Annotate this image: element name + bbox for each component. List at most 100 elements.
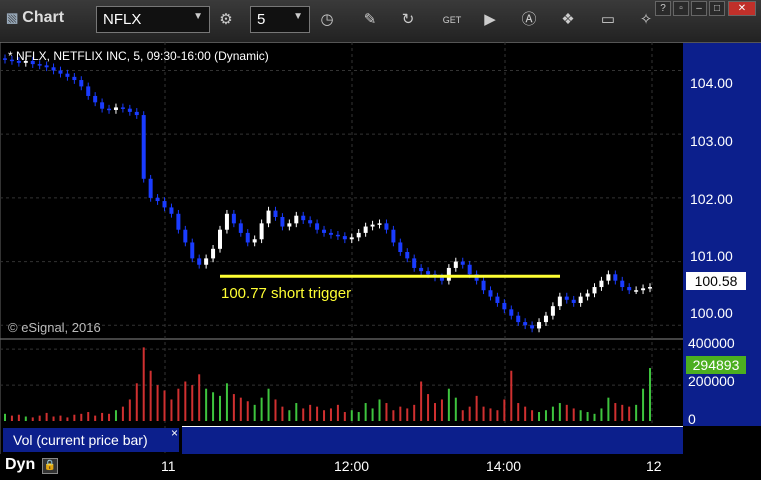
volume-bar: [94, 415, 97, 421]
volume-bar: [205, 388, 208, 421]
volume-bar: [343, 412, 346, 421]
volume-bar: [121, 406, 124, 421]
volume-bar: [440, 399, 443, 421]
volume-bar: [434, 403, 436, 421]
candle-body: [460, 261, 465, 265]
candle-body: [190, 242, 195, 259]
volume-bar: [267, 388, 270, 421]
candle-body: [439, 277, 444, 281]
candle-body: [599, 280, 604, 288]
candle-body: [335, 234, 340, 237]
candle-body: [238, 223, 243, 233]
volume-bar: [413, 404, 416, 421]
volume-bar: [149, 370, 152, 421]
volume-bar: [17, 414, 20, 421]
candle-body: [391, 229, 396, 243]
volume-bar: [225, 383, 228, 421]
candle-body: [183, 229, 188, 243]
candle-body: [578, 296, 583, 303]
volume-bar: [572, 408, 575, 421]
volume-bar: [128, 399, 131, 421]
candle-body: [65, 73, 70, 77]
volume-bar: [232, 394, 235, 421]
candle-body: [627, 287, 632, 291]
volume-bar: [336, 404, 339, 421]
price-tick: 104.00: [690, 75, 733, 91]
volume-bar: [4, 413, 6, 421]
candle-body: [648, 287, 652, 289]
candle-body: [370, 224, 375, 227]
volume-bar: [135, 383, 138, 421]
volume-bar: [184, 381, 187, 421]
candle-body: [641, 288, 646, 291]
candle-body: [93, 95, 98, 103]
candle-body: [280, 216, 285, 227]
candle-body: [308, 220, 313, 224]
volume-bar: [385, 403, 388, 421]
close-icon[interactable]: ×: [171, 426, 178, 440]
candle-body: [550, 306, 555, 316]
volume-bar: [558, 403, 561, 421]
volume-bar: [392, 410, 395, 421]
volume-bar: [517, 403, 520, 421]
candle-body: [509, 309, 514, 316]
candle-body: [557, 296, 562, 307]
last-price-badge: 100.58: [686, 272, 746, 290]
candle-body: [564, 296, 569, 300]
volume-bar: [66, 417, 69, 421]
candle-body: [37, 64, 42, 66]
volume-bar: [108, 413, 111, 421]
candle-body: [301, 215, 306, 221]
candle-body: [231, 213, 236, 224]
volume-bar: [406, 408, 409, 421]
candle-body: [141, 115, 146, 179]
candle-body: [162, 201, 167, 208]
candle-body: [169, 207, 174, 214]
chart-description: * NFLX, NETFLIX INC, 5, 09:30-16:00 (Dyn…: [8, 49, 269, 63]
candle-body: [481, 280, 486, 291]
volume-bar: [52, 416, 55, 421]
candle-body: [287, 223, 292, 227]
chart-canvas[interactable]: [0, 0, 761, 480]
volume-bar: [364, 403, 367, 421]
volume-tick: 400000: [688, 335, 735, 351]
volume-bar: [447, 388, 450, 421]
candle-body: [446, 267, 451, 281]
volume-tick: 200000: [688, 373, 735, 389]
candle-body: [294, 215, 299, 224]
price-tick: 103.00: [690, 133, 733, 149]
candle-body: [148, 178, 153, 198]
candle-body: [44, 65, 49, 68]
trigger-annotation[interactable]: 100.77 short trigger: [221, 285, 351, 302]
volume-bar: [302, 408, 305, 421]
volume-bar: [163, 390, 166, 421]
lock-icon[interactable]: 🔒: [42, 458, 58, 474]
time-tick: 14:00: [486, 458, 522, 474]
volume-bar: [73, 414, 76, 421]
candle-body: [113, 107, 118, 110]
volume-bar: [10, 415, 13, 421]
candle-body: [571, 299, 576, 303]
volume-bar: [219, 395, 221, 421]
time-tick: 12: [646, 458, 662, 474]
candle-body: [120, 107, 125, 109]
volume-bar: [80, 413, 83, 421]
candle-body: [259, 223, 264, 240]
candle-body: [197, 258, 202, 265]
volume-bar: [170, 399, 173, 421]
candle-body: [252, 239, 257, 243]
volume-bar: [45, 412, 48, 421]
candle-body: [592, 287, 597, 294]
volume-bar: [614, 403, 617, 421]
volume-bar: [496, 410, 499, 421]
candle-body: [467, 264, 472, 275]
study-bar: [182, 426, 683, 454]
dynamic-mode-label[interactable]: Dyn: [5, 456, 35, 474]
volume-bar: [350, 410, 353, 421]
volume-bar: [538, 412, 541, 421]
volume-bar: [565, 404, 568, 421]
candle-body: [419, 267, 424, 272]
volume-study-label[interactable]: Vol (current price bar): [3, 428, 179, 452]
candle-body: [349, 237, 354, 240]
volume-bar: [600, 408, 603, 421]
